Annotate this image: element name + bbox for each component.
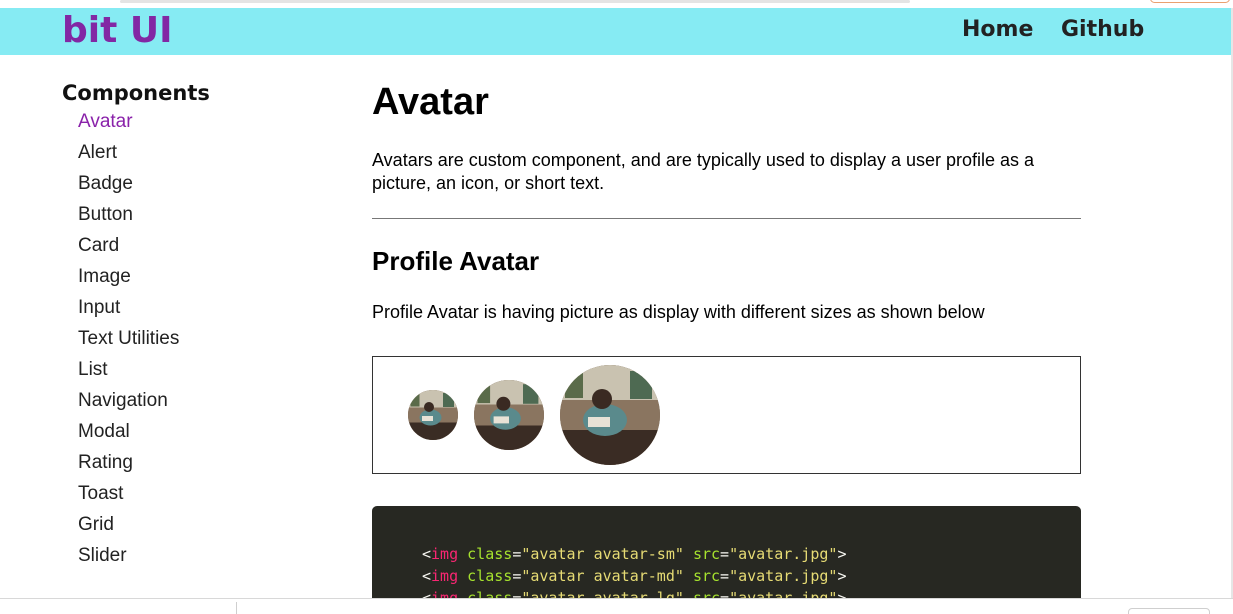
avatar-photo-icon (408, 390, 458, 440)
avatar-small (408, 390, 458, 440)
code-line: <img class="avatar avatar-sm" src="avata… (422, 545, 847, 563)
avatar-medium (474, 380, 544, 450)
brand-logo[interactable]: bit UI (62, 10, 172, 52)
browser-corner-button[interactable] (1150, 0, 1230, 3)
bottom-divider (236, 602, 237, 614)
avatar-photo-icon (560, 365, 660, 465)
browser-top-strip (0, 0, 1233, 8)
sidebar-item-modal[interactable]: Modal (62, 421, 292, 452)
sidebar-item-image[interactable]: Image (62, 266, 292, 297)
nav-link-home[interactable]: Home (962, 16, 1033, 44)
avatar-demo-box (372, 356, 1081, 474)
section-divider (372, 218, 1081, 219)
page-title: Avatar (372, 81, 489, 123)
code-block: <img class="avatar avatar-sm" src="avata… (372, 506, 1081, 598)
avatar-photo-icon (474, 380, 544, 450)
sidebar-item-rating[interactable]: Rating (62, 452, 292, 483)
sidebar-item-navigation[interactable]: Navigation (62, 390, 292, 421)
bottom-bar-button[interactable] (1128, 608, 1210, 614)
sidebar-item-toast[interactable]: Toast (62, 483, 292, 514)
navbar: bit UI Home Github (0, 8, 1231, 55)
horizontal-scrollbar[interactable] (120, 0, 910, 3)
sidebar-item-avatar[interactable]: Avatar (62, 111, 292, 142)
sidebar-item-input[interactable]: Input (62, 297, 292, 328)
sidebar-list: Avatar Alert Badge Button Card Image Inp… (62, 111, 292, 576)
browser-bottom-bar (0, 598, 1233, 614)
sidebar-title: Components (62, 81, 210, 105)
sidebar-item-alert[interactable]: Alert (62, 142, 292, 173)
sidebar-item-list[interactable]: List (62, 359, 292, 390)
sidebar-item-badge[interactable]: Badge (62, 173, 292, 204)
section-description: Profile Avatar is having picture as disp… (372, 302, 985, 322)
section-title: Profile Avatar (372, 246, 540, 276)
code-line: <img class="avatar avatar-lg" src="avata… (422, 589, 847, 598)
sidebar-item-button[interactable]: Button (62, 204, 292, 235)
code-line: <img class="avatar avatar-md" src="avata… (422, 567, 847, 585)
nav-link-github[interactable]: Github (1061, 16, 1144, 44)
sidebar: Components Avatar Alert Badge Button Car… (62, 78, 292, 576)
sidebar-item-text-utilities[interactable]: Text Utilities (62, 328, 292, 359)
sidebar-item-grid[interactable]: Grid (62, 514, 292, 545)
page-intro: Avatars are custom component, and are ty… (372, 150, 1035, 193)
sidebar-item-slider[interactable]: Slider (62, 545, 292, 576)
avatar-large (560, 365, 660, 465)
sidebar-item-card[interactable]: Card (62, 235, 292, 266)
